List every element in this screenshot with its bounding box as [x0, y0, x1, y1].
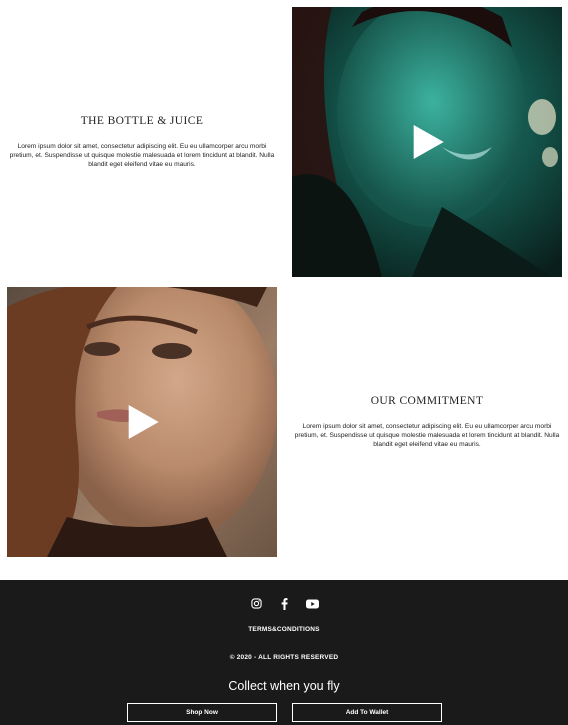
facebook-icon[interactable] — [278, 597, 291, 610]
youtube-icon[interactable] — [305, 597, 319, 610]
tagline: Collect when you fly — [228, 679, 340, 693]
section-heading: OUR COMMITMENT — [370, 394, 484, 407]
video-player-2[interactable] — [7, 287, 277, 557]
add-to-wallet-button[interactable]: Add To Wallet — [292, 703, 442, 722]
section-heading: THE BOTTLE & JUICE — [80, 114, 204, 127]
play-button[interactable] — [127, 403, 161, 441]
social-links — [0, 597, 568, 610]
play-button[interactable] — [412, 123, 446, 161]
footer: TERMS&CONDITIONS © 2020 - ALL RIGHTS RES… — [0, 580, 568, 725]
play-icon — [128, 405, 159, 439]
shop-now-button[interactable]: Shop Now — [127, 703, 277, 722]
section-bottle-juice-text: THE BOTTLE & JUICE Lorem ipsum dolor sit… — [6, 7, 278, 277]
copyright-text: © 2020 - ALL RIGHTS RESERVED — [229, 654, 339, 661]
section-body: Lorem ipsum dolor sit amet, consectetur … — [9, 142, 275, 169]
section-body: Lorem ipsum dolor sit amet, consectetur … — [294, 422, 560, 449]
instagram-icon[interactable] — [250, 597, 263, 610]
section-commitment-text: OUR COMMITMENT Lorem ipsum dolor sit ame… — [290, 287, 564, 557]
video-player-1[interactable] — [292, 7, 562, 277]
play-icon — [413, 125, 444, 159]
terms-link[interactable]: TERMS&CONDITIONS — [0, 626, 568, 633]
